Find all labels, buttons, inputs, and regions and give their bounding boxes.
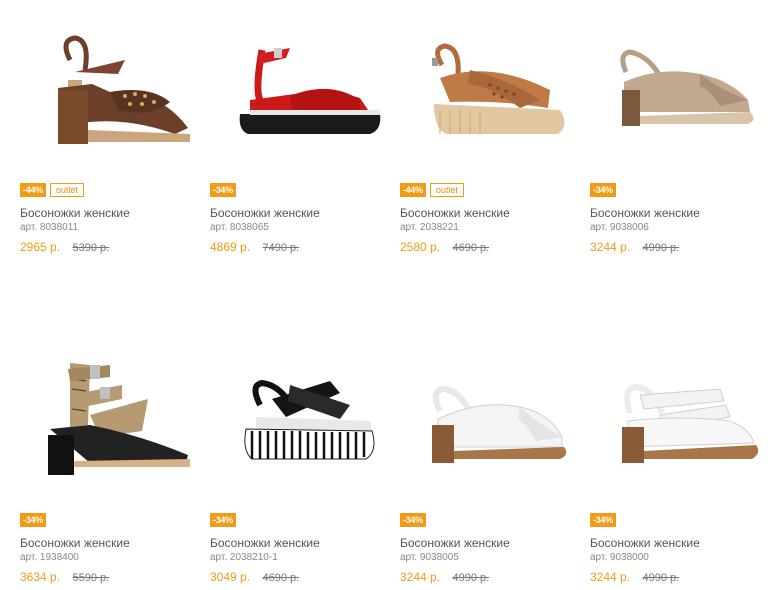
product-image[interactable]	[400, 10, 590, 170]
product-old-price: 7490 р.	[262, 242, 300, 254]
product-card[interactable]: -34% Босоножки женские арт. 9038005 3244…	[400, 340, 590, 590]
product-article: арт. 2038210-1	[210, 552, 278, 563]
discount-badge: -44%	[20, 183, 46, 197]
product-old-price: 4990 р.	[642, 572, 680, 584]
product-old-price: 4690 р.	[452, 242, 490, 254]
discount-badge: -44%	[400, 183, 426, 197]
product-old-price: 4690 р.	[262, 572, 300, 584]
product-price: 3244 р.	[590, 240, 631, 254]
product-title[interactable]: Босоножки женские	[210, 206, 320, 220]
product-article: арт. 8038065	[210, 222, 269, 233]
product-image[interactable]	[590, 340, 768, 500]
product-card[interactable]: -34% Босоножки женские арт. 9038006 3244…	[590, 10, 768, 260]
product-old-price: 4990 р.	[452, 572, 490, 584]
product-article: арт. 1938400	[20, 552, 79, 563]
product-price: 4869 р.	[210, 240, 251, 254]
product-image[interactable]	[210, 340, 400, 500]
product-old-price: 5390 р.	[72, 242, 110, 254]
product-title[interactable]: Босоножки женские	[20, 536, 130, 550]
discount-badge: -34%	[20, 513, 46, 527]
product-image[interactable]	[400, 340, 590, 500]
product-image[interactable]	[210, 10, 400, 170]
product-image[interactable]	[590, 10, 768, 170]
discount-badge: -34%	[400, 513, 426, 527]
product-card[interactable]: -44% outlet Босоножки женские арт. 80380…	[20, 10, 210, 260]
outlet-badge: outlet	[49, 183, 84, 197]
product-article: арт. 9038006	[590, 222, 649, 233]
product-article: арт. 8038011	[20, 222, 79, 233]
product-article: арт. 9038005	[400, 552, 459, 563]
product-image[interactable]	[20, 340, 210, 500]
product-title[interactable]: Босоножки женские	[210, 536, 320, 550]
product-card[interactable]: -34% Босоножки женские арт. 9038000 3244…	[590, 340, 768, 590]
product-price: 3634 р.	[20, 570, 61, 584]
product-title[interactable]: Босоножки женские	[590, 536, 700, 550]
discount-badge: -34%	[210, 513, 236, 527]
product-price: 2965 р.	[20, 240, 61, 254]
product-article: арт. 9038000	[590, 552, 649, 563]
product-title[interactable]: Босоножки женские	[590, 206, 700, 220]
discount-badge: -34%	[590, 513, 616, 527]
product-card[interactable]: -44% outlet Босоножки женские арт. 20382…	[400, 10, 590, 260]
product-price: 2580 р.	[400, 240, 441, 254]
product-card[interactable]: -34% Босоножки женские арт. 2038210-1 30…	[210, 340, 400, 590]
product-old-price: 4990 р.	[642, 242, 680, 254]
product-image[interactable]	[20, 10, 210, 170]
product-price: 3244 р.	[400, 570, 441, 584]
discount-badge: -34%	[210, 183, 236, 197]
product-title[interactable]: Босоножки женские	[400, 536, 510, 550]
product-title[interactable]: Босоножки женские	[400, 206, 510, 220]
product-article: арт. 2038221	[400, 222, 459, 233]
product-title[interactable]: Босоножки женские	[20, 206, 130, 220]
product-price: 3049 р.	[210, 570, 251, 584]
product-price: 3244 р.	[590, 570, 631, 584]
discount-badge: -34%	[590, 183, 616, 197]
product-card[interactable]: -34% Босоножки женские арт. 8038065 4869…	[210, 10, 400, 260]
product-old-price: 5590 р.	[72, 572, 110, 584]
product-card[interactable]: -34% Босоножки женские арт. 1938400 3634…	[20, 340, 210, 590]
outlet-badge: outlet	[429, 183, 464, 197]
